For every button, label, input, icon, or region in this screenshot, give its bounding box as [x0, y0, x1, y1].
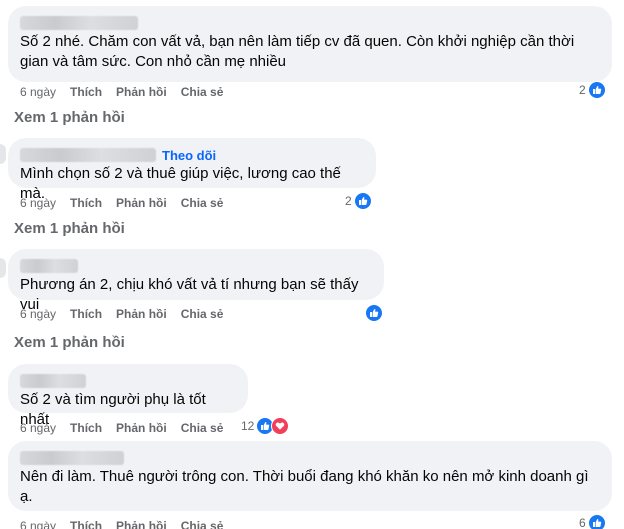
reaction-summary[interactable]: 2 — [345, 192, 372, 210]
comment-text: Nên đi làm. Thuê người trông con. Thời b… — [20, 468, 589, 505]
author-name-blurred[interactable] — [20, 451, 124, 465]
share-button[interactable]: Chia sẻ — [181, 519, 224, 529]
share-button[interactable]: Chia sẻ — [181, 307, 224, 321]
reply-button[interactable]: Phản hồi — [116, 85, 167, 99]
comment-actions: 6 ngày Thích Phản hồi Chia sẻ — [20, 84, 237, 100]
like-button[interactable]: Thích — [70, 85, 102, 99]
comment-time[interactable]: 6 ngày — [20, 85, 56, 99]
comment-actions: 6 ngày Thích Phản hồi Chia sẻ — [20, 195, 237, 211]
comment-actions: 6 ngày Thích Phản hồi Chia sẻ — [20, 518, 237, 529]
comment-author[interactable] — [20, 449, 600, 467]
comment-bubble: Phương án 2, chịu khó vất vả tí nhưng bạ… — [8, 249, 384, 313]
comment-time[interactable]: 6 ngày — [20, 196, 56, 210]
share-button[interactable]: Chia sẻ — [181, 85, 224, 99]
reply-button[interactable]: Phản hồi — [116, 307, 167, 321]
view-replies-link[interactable]: Xem 1 phản hồi — [14, 109, 125, 126]
comment-actions: 6 ngày Thích Phản hồi Chia sẻ — [20, 420, 237, 436]
comment-time[interactable]: 6 ngày — [20, 307, 56, 321]
like-icon — [353, 192, 372, 210]
comment-author[interactable] — [20, 257, 372, 275]
follow-link[interactable]: Theo dõi — [162, 148, 216, 163]
like-button[interactable]: Thích — [70, 519, 102, 529]
avatar-edge[interactable] — [0, 258, 6, 278]
comment-bubble: Số 2 nhé. Chăm con vất vả, bạn nên làm t… — [8, 6, 612, 82]
like-icon — [587, 514, 606, 529]
author-name-blurred[interactable] — [20, 148, 156, 162]
view-replies-link[interactable]: Xem 1 phản hồi — [14, 334, 125, 351]
like-button[interactable]: Thích — [70, 307, 102, 321]
reply-button[interactable]: Phản hồi — [116, 421, 167, 435]
author-name-blurred[interactable] — [20, 259, 78, 273]
author-name-blurred[interactable] — [20, 374, 86, 388]
reply-button[interactable]: Phản hồi — [116, 196, 167, 210]
reaction-count: 2 — [579, 83, 586, 97]
avatar-edge[interactable] — [0, 144, 6, 164]
comment-bubble: Theo dõi Mình chọn số 2 và thuê giúp việ… — [8, 138, 376, 202]
reaction-summary[interactable]: 2 — [579, 81, 606, 99]
comment-author[interactable] — [20, 14, 600, 32]
comment-bubble: Số 2 và tìm người phụ là tốt nhất — [8, 364, 248, 428]
like-button[interactable]: Thích — [70, 421, 102, 435]
reaction-summary[interactable]: 6 — [579, 514, 606, 529]
comment-time[interactable]: 6 ngày — [20, 519, 56, 529]
author-name-blurred[interactable] — [20, 16, 138, 30]
love-icon — [271, 417, 290, 435]
comment-actions: 6 ngày Thích Phản hồi Chia sẻ — [20, 306, 237, 322]
comment-author[interactable] — [20, 372, 236, 390]
like-icon — [365, 304, 383, 322]
reaction-summary[interactable]: 12 — [241, 417, 290, 435]
reaction-summary[interactable] — [365, 304, 383, 322]
comment-author[interactable]: Theo dõi — [20, 146, 364, 164]
view-replies-link[interactable]: Xem 1 phản hồi — [14, 220, 125, 237]
share-button[interactable]: Chia sẻ — [181, 196, 224, 210]
like-button[interactable]: Thích — [70, 196, 102, 210]
share-button[interactable]: Chia sẻ — [181, 421, 224, 435]
reaction-count: 6 — [579, 516, 586, 529]
reaction-count: 12 — [241, 419, 255, 433]
reply-button[interactable]: Phản hồi — [116, 519, 167, 529]
comment-text: Số 2 nhé. Chăm con vất vả, bạn nên làm t… — [20, 33, 575, 70]
comment-time[interactable]: 6 ngày — [20, 421, 56, 435]
comment-bubble: Nên đi làm. Thuê người trông con. Thời b… — [8, 441, 612, 511]
reaction-count: 2 — [345, 194, 352, 208]
like-icon — [587, 81, 606, 99]
